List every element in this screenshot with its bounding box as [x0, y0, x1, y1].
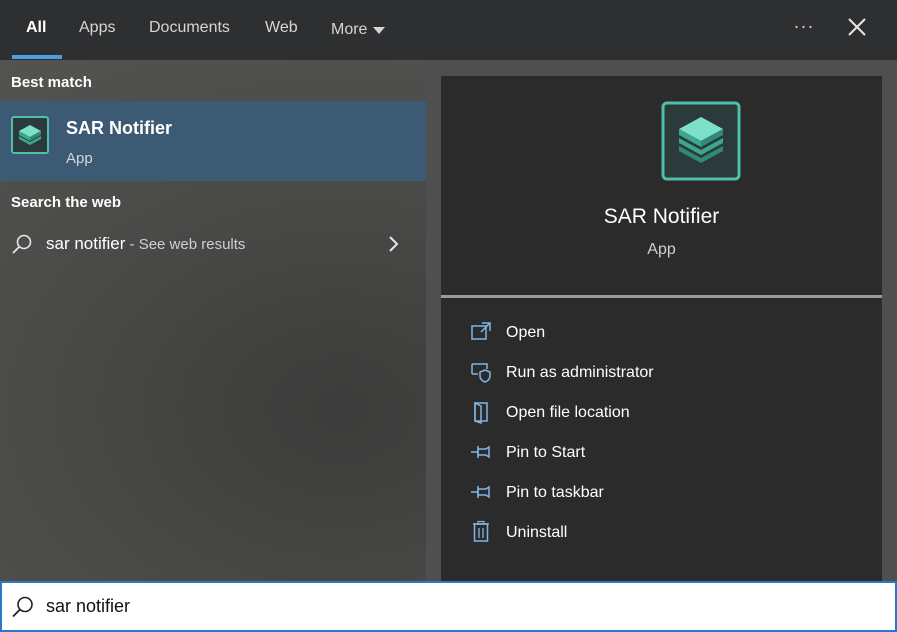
sar-notifier-app-icon — [11, 116, 49, 154]
pin-icon — [471, 445, 490, 459]
search-input[interactable] — [46, 587, 846, 625]
best-match-result[interactable]: SAR Notifier App — [0, 101, 426, 181]
detail-divider — [441, 295, 882, 298]
pin-icon — [471, 485, 490, 499]
detail-app-type: App — [647, 241, 676, 258]
tab-more[interactable]: More — [331, 0, 386, 58]
action-open-file-location-label: Open file location — [506, 404, 630, 421]
action-pin-to-taskbar[interactable]: Pin to taskbar — [441, 474, 882, 514]
action-run-as-admin-label: Run as administrator — [506, 364, 654, 381]
tab-apps[interactable]: Apps — [79, 0, 115, 58]
tab-web[interactable]: Web — [265, 0, 298, 58]
best-match-type: App — [66, 150, 93, 167]
trash-icon — [473, 520, 489, 542]
action-pin-to-start-label: Pin to Start — [506, 444, 586, 461]
search-tab-bar: All Apps Documents Web More ··· — [0, 0, 897, 60]
search-box — [0, 581, 897, 632]
search-icon — [12, 234, 32, 254]
search-icon — [12, 596, 33, 618]
best-match-heading: Best match — [11, 74, 92, 91]
action-pin-to-start[interactable]: Pin to Start — [441, 434, 882, 474]
action-open-file-location[interactable]: Open file location — [441, 394, 882, 434]
action-pin-to-taskbar-label: Pin to taskbar — [506, 484, 604, 501]
action-run-as-admin[interactable]: Run as administrator — [441, 354, 882, 394]
results-panel: Best match SAR Notifier App Search the w… — [0, 60, 426, 581]
app-detail-card: SAR Notifier App Open Run as administrat… — [441, 76, 882, 581]
web-query: sar notifier — [46, 234, 126, 253]
app-detail-panel: SAR Notifier App Open Run as administrat… — [426, 60, 897, 581]
web-suffix: - See web results — [125, 236, 246, 253]
ellipsis-icon[interactable]: ··· — [788, 14, 820, 42]
best-match-title: SAR Notifier — [66, 118, 173, 138]
web-result-text: sar notifier - See web results — [46, 234, 245, 254]
tab-all[interactable]: All — [26, 0, 46, 58]
detail-app-name: SAR Notifier — [603, 205, 720, 228]
open-icon — [471, 322, 491, 340]
sar-notifier-large-icon — [661, 101, 741, 181]
close-button[interactable] — [842, 14, 872, 42]
action-open-label: Open — [506, 324, 546, 341]
tab-documents[interactable]: Documents — [149, 0, 230, 58]
chevron-right-icon — [389, 236, 399, 252]
search-web-heading: Search the web — [11, 194, 122, 211]
folder-icon — [474, 401, 488, 424]
close-icon — [848, 18, 866, 36]
tab-more-label: More — [331, 20, 368, 38]
shield-icon — [471, 363, 491, 383]
active-tab-indicator — [12, 55, 62, 59]
action-open[interactable]: Open — [441, 314, 882, 354]
action-uninstall-label: Uninstall — [506, 524, 568, 541]
action-uninstall[interactable]: Uninstall — [441, 514, 882, 554]
caret-down-icon — [373, 26, 386, 34]
web-search-result[interactable]: sar notifier - See web results — [0, 224, 426, 264]
